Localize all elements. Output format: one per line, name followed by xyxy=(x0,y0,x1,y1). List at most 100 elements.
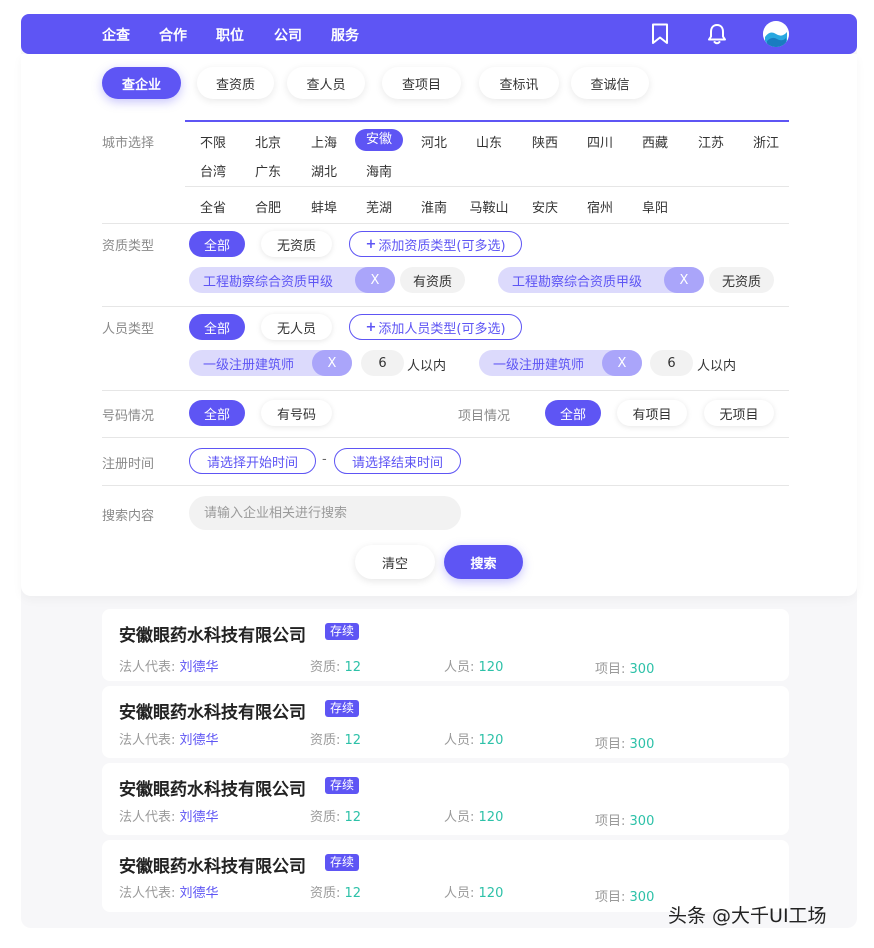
project-has-chip[interactable]: 有项目 xyxy=(617,400,687,426)
nav-item-zhiwei[interactable]: 职位 xyxy=(216,25,244,45)
bell-icon[interactable] xyxy=(705,22,729,46)
company-name: 安徽眼药水科技有限公司 xyxy=(119,780,306,800)
status-badge: 存续 xyxy=(325,623,360,640)
city-option[interactable]: 河北 xyxy=(410,132,458,151)
city-option[interactable]: 台湾 xyxy=(189,161,237,180)
personnel-none-chip[interactable]: 无人员 xyxy=(261,314,332,340)
phone-has-chip[interactable]: 有号码 xyxy=(261,400,332,426)
qualification-state-chip[interactable]: 有资质 xyxy=(400,267,465,293)
city-option[interactable]: 江苏 xyxy=(687,132,735,151)
qual-value: 12 xyxy=(344,810,362,825)
company-name: 安徽眼药水科技有限公司 xyxy=(119,703,306,723)
city-option-selected[interactable]: 安徽 xyxy=(355,129,403,151)
search-input[interactable] xyxy=(189,496,461,530)
phone-all-chip[interactable]: 全部 xyxy=(189,400,245,426)
bookmark-icon[interactable] xyxy=(648,22,672,46)
staff-label: 人员: xyxy=(444,733,475,748)
result-card[interactable]: 安徽眼药水科技有限公司 存续 法人代表: 刘德华 资质: 12 人员: 120 … xyxy=(102,763,789,835)
tab-credit[interactable]: 查诚信 xyxy=(571,67,649,99)
remove-tag-button[interactable]: X xyxy=(664,267,704,293)
subcity-option[interactable]: 淮南 xyxy=(410,197,458,216)
tab-qualification[interactable]: 查资质 xyxy=(197,67,274,99)
staff-count: 人员: 120 xyxy=(444,882,503,901)
personnel-tag-name: 一级注册建筑师 xyxy=(493,357,585,373)
add-personnel-button[interactable]: + 添加人员类型(可多选) xyxy=(349,314,522,340)
subcity-option[interactable]: 安庆 xyxy=(521,197,569,216)
project-all-chip[interactable]: 全部 xyxy=(545,400,601,426)
proj-value: 300 xyxy=(629,662,655,677)
city-option[interactable]: 陕西 xyxy=(521,132,569,151)
result-card[interactable]: 安徽眼药水科技有限公司 存续 法人代表: 刘德华 资质: 12 人员: 120 … xyxy=(102,609,789,681)
city-option[interactable]: 北京 xyxy=(244,132,292,151)
subcity-option[interactable]: 马鞍山 xyxy=(465,197,513,216)
subcity-option[interactable]: 全省 xyxy=(189,197,237,216)
qualification-tag: 工程勘察综合资质甲级 X xyxy=(189,267,395,293)
city-option[interactable]: 不限 xyxy=(189,132,237,151)
nav-item-hezuo[interactable]: 合作 xyxy=(159,25,187,45)
personnel-count-suffix: 人以内 xyxy=(407,359,447,374)
register-label: 注册时间 xyxy=(102,457,155,472)
nav-item-fuwu[interactable]: 服务 xyxy=(331,25,359,45)
personnel-label: 人员类型 xyxy=(102,322,155,337)
date-range-dash: - xyxy=(322,452,327,467)
tab-personnel[interactable]: 查人员 xyxy=(287,67,365,99)
subcity-option[interactable]: 蚌埠 xyxy=(300,197,348,216)
search-button[interactable]: 搜索 xyxy=(444,545,523,579)
legal-rep: 法人代表: 刘德华 xyxy=(119,656,219,675)
qualification-none-chip[interactable]: 无资质 xyxy=(261,231,332,257)
tab-company[interactable]: 查企业 xyxy=(102,67,181,99)
project-count: 项目: 300 xyxy=(595,810,654,829)
staff-value: 120 xyxy=(478,733,504,748)
qual-label: 资质: xyxy=(310,886,341,901)
search-label: 搜索内容 xyxy=(102,509,155,524)
remove-tag-button[interactable]: X xyxy=(602,350,642,376)
city-option[interactable]: 广东 xyxy=(244,161,292,180)
proj-label: 项目: xyxy=(595,890,626,905)
personnel-count-input[interactable]: 6 xyxy=(361,350,404,376)
city-option[interactable]: 湖北 xyxy=(300,161,348,180)
result-card[interactable]: 安徽眼药水科技有限公司 存续 法人代表: 刘德华 资质: 12 人员: 120 … xyxy=(102,686,789,758)
legal-rep-value[interactable]: 刘德华 xyxy=(180,733,219,748)
personnel-tag-name: 一级注册建筑师 xyxy=(203,357,295,373)
remove-tag-button[interactable]: X xyxy=(312,350,352,376)
avatar[interactable] xyxy=(763,21,789,47)
remove-tag-button[interactable]: X xyxy=(355,267,395,293)
city-option[interactable]: 海南 xyxy=(355,161,403,180)
city-option[interactable]: 西藏 xyxy=(631,132,679,151)
legal-rep-value[interactable]: 刘德华 xyxy=(180,886,219,901)
city-option[interactable]: 上海 xyxy=(300,132,348,151)
legal-rep-value[interactable]: 刘德华 xyxy=(180,660,219,675)
city-divider xyxy=(185,120,789,122)
end-date-picker[interactable]: 请选择结束时间 xyxy=(334,448,461,474)
tab-project[interactable]: 查项目 xyxy=(382,67,461,99)
project-none-chip[interactable]: 无项目 xyxy=(704,400,774,426)
legal-rep-label: 法人代表: xyxy=(119,733,176,748)
clear-button[interactable]: 清空 xyxy=(355,545,435,579)
personnel-all-chip[interactable]: 全部 xyxy=(189,314,245,340)
subcity-option[interactable]: 芜湖 xyxy=(355,197,403,216)
qualification-all-chip[interactable]: 全部 xyxy=(189,231,245,257)
add-qualification-button[interactable]: + 添加资质类型(可多选) xyxy=(349,231,522,257)
legal-rep: 法人代表: 刘德华 xyxy=(119,882,219,901)
status-badge: 存续 xyxy=(325,777,360,794)
legal-rep-value[interactable]: 刘德华 xyxy=(180,810,219,825)
nav-item-qicha[interactable]: 企查 xyxy=(102,25,130,45)
start-date-picker[interactable]: 请选择开始时间 xyxy=(189,448,316,474)
nav-item-gongsi[interactable]: 公司 xyxy=(274,25,302,45)
legal-rep-label: 法人代表: xyxy=(119,660,176,675)
qualification-state-chip[interactable]: 无资质 xyxy=(709,267,774,293)
city-option[interactable]: 四川 xyxy=(576,132,624,151)
tab-tender[interactable]: 查标讯 xyxy=(479,67,559,99)
watermark: 头条 @大千UI工场 xyxy=(668,905,827,927)
staff-label: 人员: xyxy=(444,660,475,675)
qualification-tag: 工程勘察综合资质甲级 X xyxy=(498,267,704,293)
personnel-tag: 一级注册建筑师 X xyxy=(479,350,642,376)
legal-rep: 法人代表: 刘德华 xyxy=(119,806,219,825)
personnel-count-input[interactable]: 6 xyxy=(650,350,693,376)
subcity-option[interactable]: 合肥 xyxy=(244,197,292,216)
city-option[interactable]: 浙江 xyxy=(742,132,790,151)
subcity-option[interactable]: 宿州 xyxy=(576,197,624,216)
subcity-option[interactable]: 阜阳 xyxy=(631,197,679,216)
city-option[interactable]: 山东 xyxy=(465,132,513,151)
qual-label: 资质: xyxy=(310,733,341,748)
